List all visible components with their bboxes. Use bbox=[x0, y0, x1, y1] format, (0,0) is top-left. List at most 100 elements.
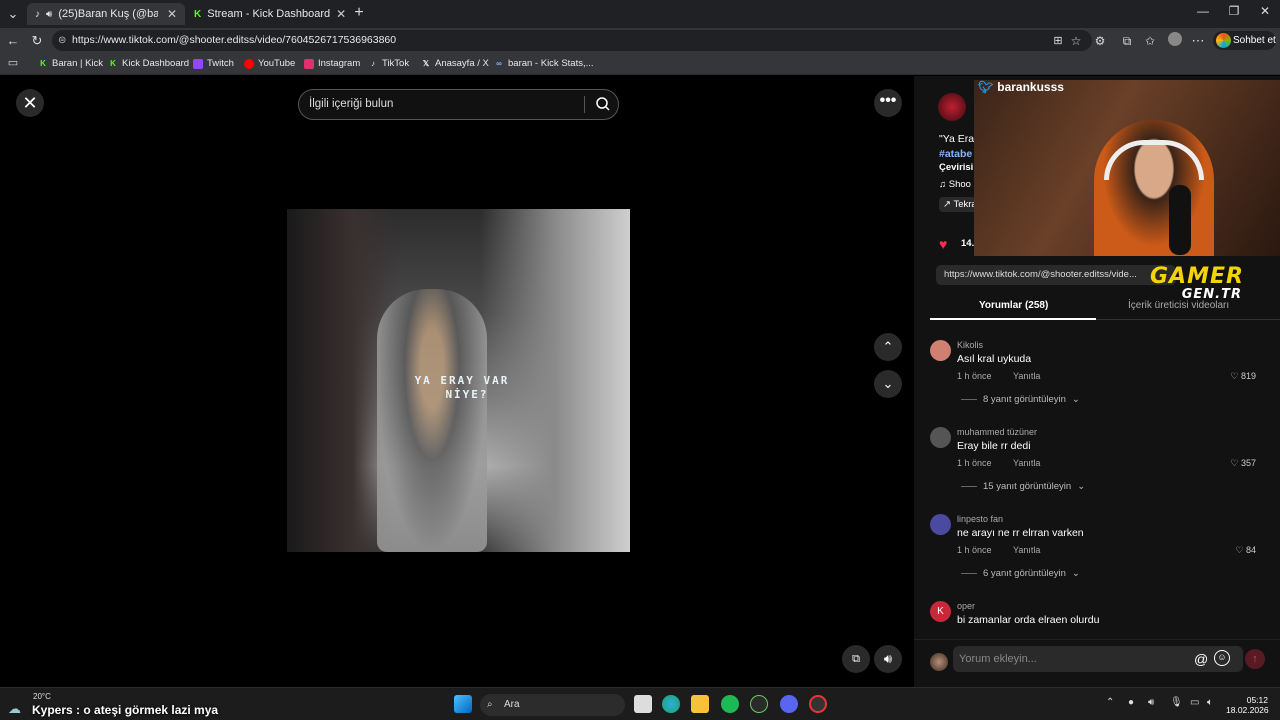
start-windows-icon[interactable] bbox=[454, 695, 472, 713]
search-icon[interactable] bbox=[592, 90, 614, 119]
speaker-icon[interactable]: 🔈︎ bbox=[1207, 697, 1213, 708]
music-note-icon: ♫ bbox=[939, 179, 949, 190]
clock[interactable]: 05:12 18.02.2026 bbox=[1226, 695, 1269, 715]
favorite-star-icon[interactable]: ☆ bbox=[1067, 32, 1085, 50]
bookmark-kick-dashboard[interactable]: K Kick Dashboard bbox=[108, 56, 189, 72]
twitch-icon bbox=[193, 59, 203, 69]
close-video-button[interactable]: ✕ bbox=[16, 89, 44, 117]
music-link[interactable]: ♫ Shoo bbox=[939, 179, 971, 190]
bookmark-x[interactable]: 𝕏 Anasayfa / X bbox=[421, 56, 489, 72]
video-caption: YA ERAY VAR NİYE? bbox=[392, 374, 532, 402]
bookmark-twitch[interactable]: Twitch bbox=[193, 56, 234, 72]
file-explorer-icon[interactable] bbox=[691, 695, 709, 713]
view-replies-button[interactable]: 15 yanıt görüntüleyin ⌄ bbox=[961, 481, 1085, 492]
volume-tray-icon[interactable]: 🔊︎ bbox=[1148, 697, 1154, 708]
bookmark-label: Kick Dashboard bbox=[122, 58, 190, 69]
mention-icon[interactable]: @ bbox=[1194, 650, 1208, 668]
commenter-name[interactable]: oper bbox=[957, 601, 975, 611]
spotify-icon[interactable] bbox=[721, 695, 739, 713]
app-available-icon[interactable]: ⊞ bbox=[1049, 32, 1067, 50]
tab-list-chevron-icon[interactable]: ⌄ bbox=[4, 5, 22, 23]
commenter-name[interactable]: linpesto fan bbox=[957, 514, 1003, 524]
comment-like-button[interactable]: ♡ 84 bbox=[1235, 545, 1256, 556]
bookmark-baran-kick[interactable]: K Baran | Kick bbox=[38, 56, 103, 72]
reply-button[interactable]: Yanıtla bbox=[1013, 371, 1040, 381]
post-comment-button[interactable]: ↑ bbox=[1245, 649, 1265, 669]
discord-icon[interactable] bbox=[780, 695, 798, 713]
site-info-icon[interactable]: ⊜ bbox=[58, 30, 66, 51]
view-replies-button[interactable]: 6 yanıt görüntüleyin ⌄ bbox=[961, 568, 1080, 579]
bookmark-label: Twitch bbox=[207, 58, 234, 69]
next-video-button[interactable]: ⌄ bbox=[874, 370, 902, 398]
weather-temp: 20°C bbox=[33, 692, 51, 701]
taskbar-search[interactable]: ⌕ Ara bbox=[480, 694, 625, 716]
reply-button[interactable]: Yanıtla bbox=[1013, 545, 1040, 555]
network-icon[interactable]: ▭ bbox=[1190, 697, 1199, 708]
heart-outline-icon: ♡ bbox=[1230, 371, 1241, 381]
comment-like-button[interactable]: ♡ 357 bbox=[1230, 458, 1256, 469]
commenter-name[interactable]: Kikolis bbox=[957, 340, 983, 350]
microphone-icon[interactable]: 🎙︎ bbox=[1170, 697, 1183, 708]
new-tab-icon[interactable]: + bbox=[350, 4, 368, 22]
edge-icon[interactable] bbox=[662, 695, 680, 713]
refresh-icon[interactable]: ↻ bbox=[28, 32, 46, 50]
task-view-icon[interactable] bbox=[634, 695, 652, 713]
taskbar-search-label: Ara bbox=[504, 699, 520, 710]
comment-like-button[interactable]: ♡ 819 bbox=[1230, 371, 1256, 382]
commenter-avatar[interactable] bbox=[930, 340, 951, 361]
app-icon[interactable] bbox=[750, 695, 768, 713]
previous-video-button[interactable]: ⌃ bbox=[874, 333, 902, 361]
tab-kick-dashboard[interactable]: K Stream - Kick Dashboard ✕ bbox=[186, 3, 346, 25]
active-tab-underline bbox=[930, 318, 1096, 320]
speaker-icon[interactable]: 🔊︎ bbox=[46, 9, 52, 20]
volume-button[interactable]: 🔊︎ bbox=[874, 645, 902, 673]
bookmark-youtube[interactable]: YouTube bbox=[244, 56, 295, 72]
bookmark-tiktok[interactable]: ♪ TikTok bbox=[368, 56, 409, 72]
emoji-icon[interactable]: ☺ bbox=[1214, 650, 1230, 666]
favorites-icon[interactable]: ✩ bbox=[1141, 32, 1159, 50]
share-link-box[interactable]: https://www.tiktok.com/@shooter.editss/v… bbox=[936, 265, 1176, 285]
minimize-icon[interactable]: — bbox=[1188, 4, 1218, 24]
tiktok-icon: ♪ bbox=[35, 8, 40, 20]
app-icon[interactable] bbox=[809, 695, 827, 713]
show-hidden-icons-icon[interactable]: ⌃ bbox=[1106, 697, 1114, 708]
tab-comments[interactable]: Yorumlar (258) bbox=[979, 300, 1048, 311]
floating-player-button[interactable]: ⧉ bbox=[842, 645, 870, 673]
reply-button[interactable]: Yanıtla bbox=[1013, 458, 1040, 468]
url-bar[interactable]: ⊜ https://www.tiktok.com/@shooter.editss… bbox=[52, 30, 1092, 51]
profile-icon[interactable] bbox=[1166, 32, 1184, 50]
commenter-name[interactable]: muhammed tüzüner bbox=[957, 427, 1037, 437]
back-icon[interactable]: ← bbox=[4, 32, 22, 50]
related-search-input[interactable]: İlgili içeriği bulun bbox=[298, 89, 619, 120]
bookmark-label: Baran | Kick bbox=[52, 58, 104, 69]
twitter-bird-icon: 🐦︎ bbox=[978, 80, 994, 94]
bookmarks-bar: ▭ K Baran | Kick K Kick Dashboard Twitch Y… bbox=[0, 53, 1280, 75]
tab-tiktok[interactable]: ♪ 🔊︎ (25)Baran Kuş (@barankusss) ✕ bbox=[27, 3, 185, 25]
split-screen-icon[interactable]: ⧉ bbox=[1118, 32, 1136, 50]
settings-more-icon[interactable]: ⋯ bbox=[1189, 32, 1207, 50]
commenter-avatar[interactable] bbox=[930, 514, 951, 535]
bookmark-kick-stats[interactable]: ∞ baran - Kick Stats,... bbox=[494, 56, 594, 72]
window-close-icon[interactable]: ✕ bbox=[1250, 4, 1280, 24]
comment-item: Kikolis Asıl kral uykuda 1 h önce Yanıtla ♡ … bbox=[930, 340, 1270, 420]
commenter-avatar[interactable] bbox=[930, 427, 951, 448]
more-options-button[interactable]: ••• bbox=[874, 89, 902, 117]
commenter-avatar[interactable]: K bbox=[930, 601, 951, 622]
close-tab-icon[interactable]: ✕ bbox=[167, 7, 177, 21]
author-avatar[interactable] bbox=[938, 93, 966, 121]
reading-list-icon[interactable]: ▭ bbox=[4, 54, 22, 72]
close-tab-icon[interactable]: ✕ bbox=[336, 7, 346, 21]
tab-creator-videos[interactable]: İçerik üreticisi videoları bbox=[1128, 300, 1229, 311]
replies-line bbox=[961, 573, 977, 574]
extensions-icon[interactable]: ⚙ bbox=[1091, 32, 1109, 50]
bookmark-label: baran - Kick Stats,... bbox=[508, 58, 594, 69]
weather-cloud-icon: ☁ bbox=[8, 701, 21, 716]
hashtag-link[interactable]: #atabe bbox=[939, 148, 972, 160]
copilot-button[interactable]: Sohbet et bbox=[1213, 31, 1276, 50]
view-replies-button[interactable]: 8 yanıt görüntüleyin ⌄ bbox=[961, 394, 1080, 405]
restore-icon[interactable]: ❐ bbox=[1219, 4, 1249, 24]
tray-app-icon[interactable]: ● bbox=[1128, 697, 1134, 708]
bookmark-instagram[interactable]: Instagram bbox=[304, 56, 360, 72]
video-player[interactable]: YA ERAY VAR NİYE? bbox=[287, 209, 630, 552]
like-heart-icon[interactable]: ♥ bbox=[939, 236, 955, 252]
